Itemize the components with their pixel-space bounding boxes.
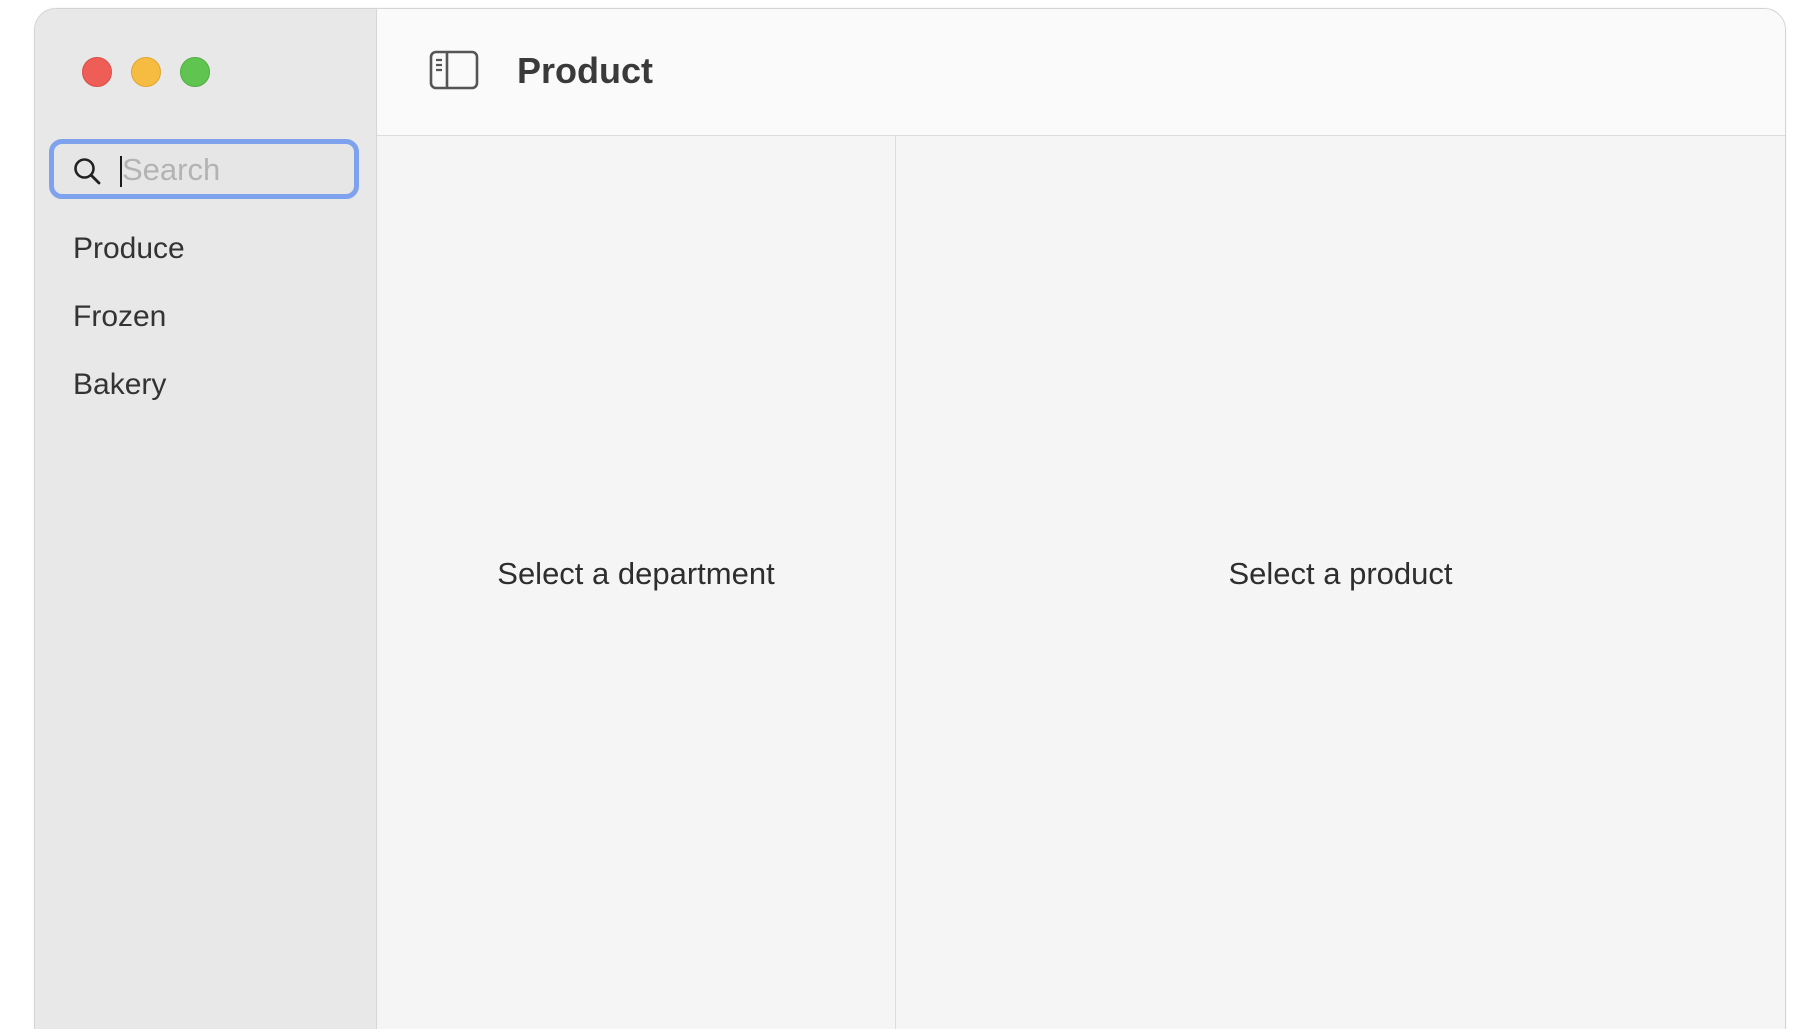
search-input[interactable] — [122, 150, 342, 190]
toolbar: Product — [377, 9, 1785, 136]
department-list: Produce Frozen Bakery — [35, 215, 376, 419]
search-icon — [74, 158, 101, 185]
department-column: Select a department — [377, 136, 896, 1029]
minimize-window-button[interactable] — [131, 57, 161, 87]
department-placeholder: Select a department — [497, 555, 775, 591]
sidebar-item-produce[interactable]: Produce — [35, 215, 376, 283]
main-area: Product Select a department Select a pro… — [377, 9, 1785, 1029]
close-window-button[interactable] — [82, 57, 112, 87]
sidebar-item-frozen[interactable]: Frozen — [35, 283, 376, 351]
product-column: Select a product — [896, 136, 1785, 1029]
sidebar-item-bakery[interactable]: Bakery — [35, 351, 376, 419]
search-field[interactable] — [49, 139, 359, 199]
sidebar: Produce Frozen Bakery — [35, 9, 377, 1029]
sidebar-toggle-icon[interactable] — [429, 50, 479, 90]
zoom-window-button[interactable] — [180, 57, 210, 87]
page-title: Product — [517, 50, 654, 91]
product-placeholder: Select a product — [1228, 555, 1453, 591]
app-window: Produce Frozen Bakery Product Select a d… — [34, 8, 1786, 1029]
